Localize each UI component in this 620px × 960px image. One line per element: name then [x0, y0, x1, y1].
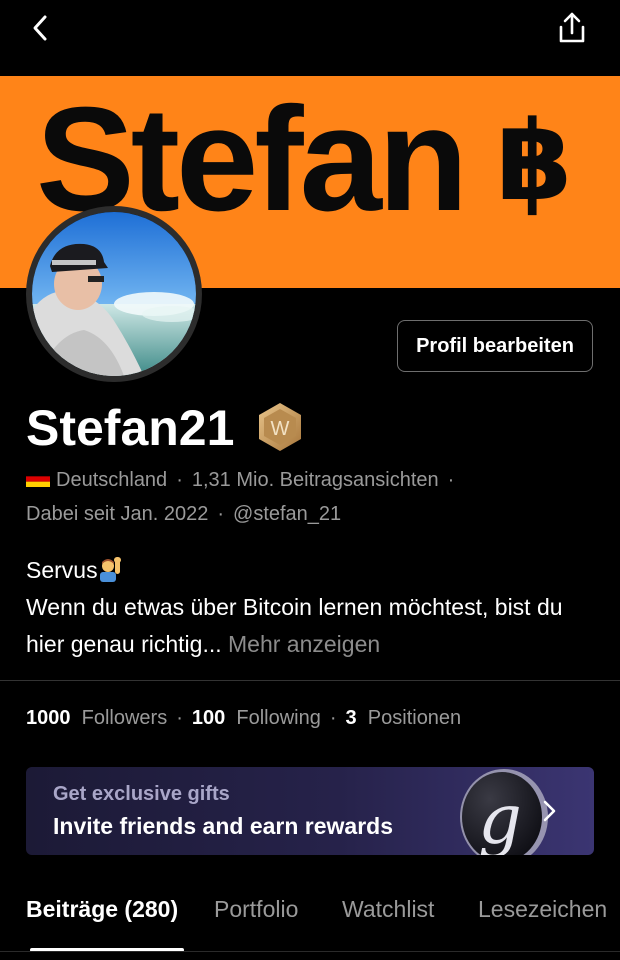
following-stat[interactable]: 100 Following — [192, 707, 321, 729]
profile-meta-line: Deutschland · 1,31 Mio. Beitragsansichten · — [26, 467, 463, 493]
banner-bitcoin-symbol: ฿ — [496, 97, 573, 225]
followers-stat[interactable]: 1000 Followers — [26, 707, 167, 729]
profile-bio: Servus Wenn du etwas über Bitcoin lernen… — [26, 552, 606, 663]
followers-label: Followers — [81, 707, 168, 729]
tab-bookmarks[interactable]: Lesezeichen — [478, 896, 607, 923]
following-count: 100 — [191, 707, 226, 729]
separator-dot: · — [176, 469, 183, 491]
verified-badge-icon[interactable]: W — [256, 401, 304, 453]
profile-handle: @stefan_21 — [233, 503, 342, 525]
profile-country: Deutschland — [56, 469, 168, 491]
profile-views: 1,31 Mio. Beitragsansichten — [191, 469, 439, 491]
promo-subtitle: Get exclusive gifts — [53, 783, 230, 805]
profile-tabs: Beiträge (280) Portfolio Watchlist Lesez… — [0, 880, 620, 952]
edit-profile-button[interactable]: Profil bearbeiten — [397, 320, 593, 372]
positions-stat[interactable]: 3 Positionen — [346, 707, 462, 729]
tab-posts[interactable]: Beiträge (280) — [26, 896, 178, 923]
share-button[interactable] — [552, 8, 592, 48]
tab-portfolio[interactable]: Portfolio — [214, 896, 298, 923]
divider — [0, 680, 620, 681]
person-raising-hand-emoji-icon — [99, 557, 121, 582]
tab-watchlist[interactable]: Watchlist — [342, 896, 434, 923]
profile-stats: 1000 Followers · 100 Following · 3 Positione… — [26, 705, 461, 731]
invite-promo-card[interactable]: Get exclusive gifts Invite friends and e… — [26, 767, 594, 855]
separator-dot: · — [217, 503, 225, 525]
avatar[interactable] — [26, 206, 202, 382]
separator-dot: · — [329, 707, 337, 729]
chevron-right-icon — [543, 800, 556, 822]
positions-count: 3 — [345, 707, 357, 729]
profile-name: Stefan21 — [26, 400, 235, 456]
top-bar — [0, 0, 620, 76]
following-label: Following — [236, 707, 321, 729]
back-button[interactable] — [22, 10, 58, 46]
profile-meta-line: Dabei seit Jan. 2022 · @stefan_21 — [26, 501, 341, 527]
show-more-link[interactable]: Mehr anzeigen — [222, 631, 380, 657]
divider — [0, 951, 620, 952]
positions-label: Positionen — [367, 707, 462, 729]
promo-title: Invite friends and earn rewards — [53, 813, 394, 839]
share-icon — [559, 12, 585, 43]
chevron-left-icon — [33, 15, 47, 41]
separator-dot: · — [447, 469, 455, 491]
avatar-photo — [32, 212, 196, 376]
coin-letter: g — [478, 781, 522, 855]
profile-joined: Dabei seit Jan. 2022 — [26, 503, 209, 525]
bio-greeting: Servus — [26, 557, 98, 583]
separator-dot: · — [176, 707, 183, 729]
germany-flag-icon — [26, 471, 50, 487]
followers-count: 1000 — [26, 707, 71, 729]
badge-letter: W — [271, 418, 290, 440]
